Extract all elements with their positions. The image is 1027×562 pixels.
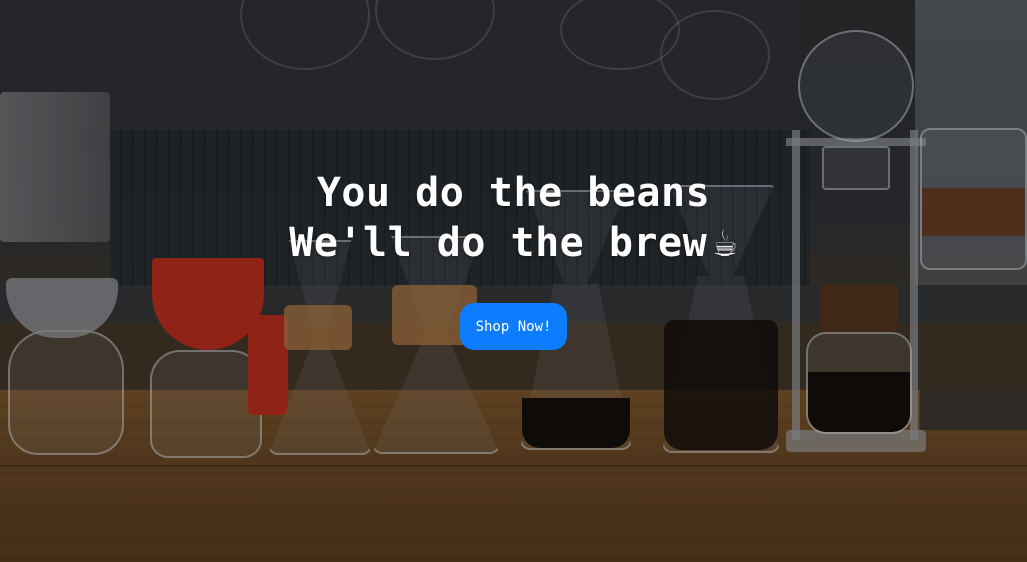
headline-line-1: You do the beans (316, 170, 711, 216)
dark-overlay (0, 0, 1027, 562)
shop-now-button[interactable]: Shop Now! (460, 303, 567, 350)
headline-line-2-text: We'll do the brew (289, 220, 708, 266)
hero-headline: You do the beans We'll do the brew ☕ (0, 168, 1027, 268)
headline-line-2: We'll do the brew ☕ (0, 218, 1027, 268)
hero-banner: You do the beans We'll do the brew ☕ Shop… (0, 0, 1027, 562)
coffee-cup-icon: ☕ (713, 220, 738, 266)
